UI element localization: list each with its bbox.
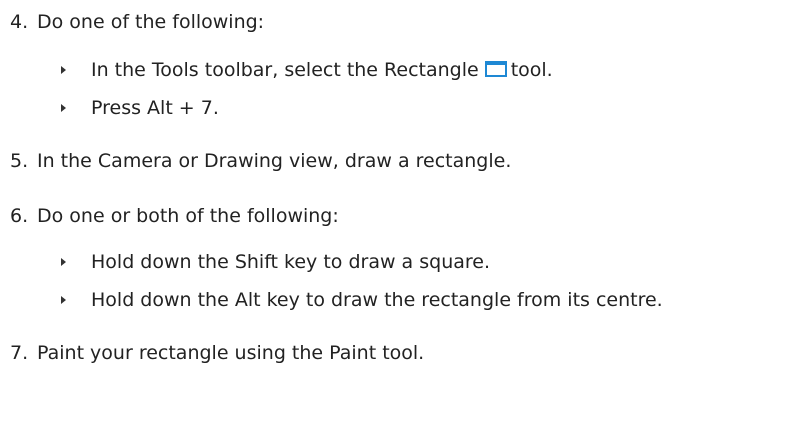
bullet-text: Press Alt + 7.	[91, 97, 219, 119]
bullet-arrow-icon	[61, 66, 66, 74]
step-number: 6.	[10, 205, 29, 227]
bullet-text: Hold down the Alt key to draw the rectan…	[91, 289, 663, 311]
step-number: 4.	[10, 11, 29, 33]
bullet-text: Hold down the Shift key to draw a square…	[91, 251, 490, 273]
bullet-text-after-icon: tool.	[510, 59, 553, 81]
step-text: Do one of the following:	[37, 11, 265, 33]
bullet-text: In the Tools toolbar, select the Rectang…	[91, 59, 479, 81]
instructions-document: 4. Do one of the following: In the Tools…	[0, 0, 791, 421]
bullet-arrow-icon	[61, 296, 66, 304]
rectangle-tool-icon	[484, 60, 507, 77]
bullet-arrow-icon	[61, 258, 66, 266]
step-text: Paint your rectangle using the Paint too…	[37, 342, 425, 364]
step-number: 7.	[10, 342, 29, 364]
step-number: 5.	[10, 150, 29, 172]
bullet-arrow-icon	[61, 104, 66, 112]
step-text: Do one or both of the following:	[37, 205, 339, 227]
step-text: In the Camera or Drawing view, draw a re…	[37, 150, 512, 172]
